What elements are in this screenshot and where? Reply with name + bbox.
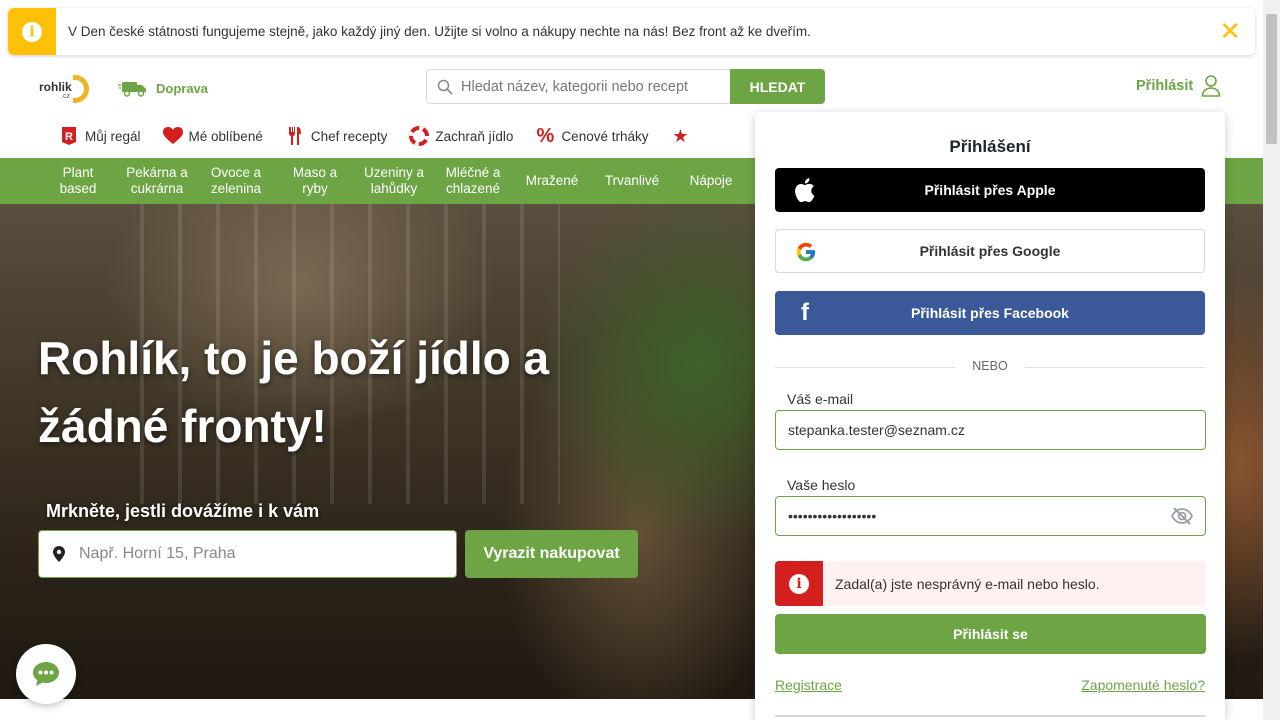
email-label: Váš e-mail xyxy=(787,391,854,407)
password-label: Vaše heslo xyxy=(787,477,856,493)
search-input[interactable] xyxy=(461,78,721,95)
apple-icon xyxy=(793,178,817,202)
category-plant-based[interactable]: Plant based xyxy=(52,158,104,204)
topnav-item-muj-regal[interactable]: R Můj regál xyxy=(59,126,141,146)
login-submit-button[interactable]: Přihlásit se xyxy=(775,614,1206,654)
rohlik-logo[interactable]: rohlik .cz xyxy=(39,74,95,104)
shelf-icon: R xyxy=(59,126,79,146)
password-field xyxy=(775,496,1206,536)
forgot-password-link[interactable]: Zapomenuté heslo? xyxy=(1081,677,1205,693)
percent-icon: % xyxy=(536,124,555,147)
category-napoje[interactable]: Nápoje xyxy=(682,158,740,204)
notice-icon-box: i xyxy=(8,8,56,55)
search-button[interactable]: HLEDAT xyxy=(730,69,825,104)
search-bar: HLEDAT xyxy=(426,69,825,104)
topnav-label: Zachraň jídlo xyxy=(435,128,514,144)
category-ovoce-zelenina[interactable]: Ovoce a zelenina xyxy=(204,158,268,204)
fork-knife-icon xyxy=(285,126,305,146)
info-icon: i xyxy=(22,21,42,42)
login-link[interactable]: Přihlásit xyxy=(1136,75,1221,97)
or-label: NEBO xyxy=(972,359,1008,373)
start-shopping-button[interactable]: Vyrazit nakupovat xyxy=(465,530,638,578)
category-mlecne[interactable]: Mléčné a chlazené xyxy=(440,158,506,204)
login-error-alert: i Zadal(a) jste nesprávný e-mail nebo he… xyxy=(775,561,1206,606)
hero-title: Rohlík, to je boží jídlo a žádné fronty! xyxy=(38,332,550,452)
email-field xyxy=(775,410,1206,450)
google-icon xyxy=(794,240,818,264)
error-icon-box: i xyxy=(775,561,823,606)
scrollbar-thumb[interactable] xyxy=(1266,14,1277,144)
topnav-item-me-oblibene[interactable]: Mé oblíbené xyxy=(162,126,263,146)
category-mrazene[interactable]: Mražené xyxy=(520,158,584,204)
location-pin-icon xyxy=(53,546,65,562)
login-panel: Přihlášení Přihlásit přes Apple Přihlási… xyxy=(755,112,1225,720)
topnav-item-cenove-trhaky[interactable]: % Cenové trháky xyxy=(535,124,649,147)
category-uzeniny[interactable]: Uzeniny a lahůdky xyxy=(360,158,428,204)
or-divider: NEBO xyxy=(775,359,1205,375)
apple-login-button[interactable]: Přihlásit přes Apple xyxy=(775,168,1205,212)
hide-password-icon[interactable] xyxy=(1171,506,1193,526)
notice-bar: i V Den české státnosti fungujeme stejně… xyxy=(8,8,1255,55)
delivery-label: Doprava xyxy=(156,80,209,96)
google-login-button[interactable]: Přihlásit přes Google xyxy=(775,229,1205,273)
category-maso-ryby[interactable]: Maso a ryby xyxy=(286,158,344,204)
address-field xyxy=(38,530,457,578)
topnav-item-chef-recepty[interactable]: Chef recepty xyxy=(285,126,388,146)
scrollbar[interactable] xyxy=(1263,0,1280,720)
login-link-label: Přihlásit xyxy=(1136,78,1194,94)
topnav-label: Můj regál xyxy=(85,128,141,144)
heart-icon xyxy=(162,126,183,146)
register-link[interactable]: Registrace xyxy=(775,677,842,693)
lifebuoy-icon xyxy=(409,126,430,146)
logo-text: rohlik xyxy=(39,80,72,94)
error-icon: i xyxy=(789,573,809,594)
search-icon xyxy=(437,79,453,95)
topnav-label: Chef recepty xyxy=(310,128,388,144)
topnav-label: Cenové trháky xyxy=(561,128,649,144)
facebook-icon: f xyxy=(801,299,809,326)
topnav-label: Mé oblíbené xyxy=(188,128,263,144)
email-input[interactable] xyxy=(788,422,1158,438)
panel-divider xyxy=(775,715,1206,717)
notice-text: V Den české státnosti fungujeme stejně, … xyxy=(68,24,811,39)
login-panel-title: Přihlášení xyxy=(949,137,1031,156)
star-icon: ★ xyxy=(672,125,689,146)
topnav-item-zachran-jidlo[interactable]: Zachraň jídlo xyxy=(409,126,513,146)
error-text: Zadal(a) jste nesprávný e-mail nebo hesl… xyxy=(835,575,1100,592)
category-trvanlive[interactable]: Trvanlivé xyxy=(598,158,666,204)
chat-icon xyxy=(33,662,59,686)
search-field xyxy=(426,69,730,104)
logo-suffix: .cz xyxy=(61,93,70,100)
category-pekarna[interactable]: Pekárna a cukrárna xyxy=(122,158,192,204)
delivery-link[interactable]: Doprava xyxy=(118,79,208,97)
address-input[interactable] xyxy=(79,545,419,563)
croissant-icon xyxy=(73,75,89,103)
facebook-login-label: Přihlásit přes Facebook xyxy=(911,305,1069,321)
topnav-item-star[interactable]: ★ xyxy=(670,126,690,146)
password-input[interactable] xyxy=(788,508,1158,524)
top-nav: R Můj regál Mé oblíbené Chef recepty Zac… xyxy=(59,122,690,150)
svg-text:R: R xyxy=(65,131,73,143)
google-login-label: Přihlásit přes Google xyxy=(919,243,1061,259)
truck-icon xyxy=(118,82,146,97)
apple-login-label: Přihlásit přes Apple xyxy=(924,182,1056,198)
user-icon xyxy=(1201,75,1221,97)
hero-subtitle: Mrkněte, jestli dovážíme i k vám xyxy=(46,501,320,521)
close-icon[interactable]: ✕ xyxy=(1219,18,1241,44)
facebook-login-button[interactable]: f Přihlásit přes Facebook xyxy=(775,291,1205,335)
chat-button[interactable] xyxy=(16,644,76,704)
